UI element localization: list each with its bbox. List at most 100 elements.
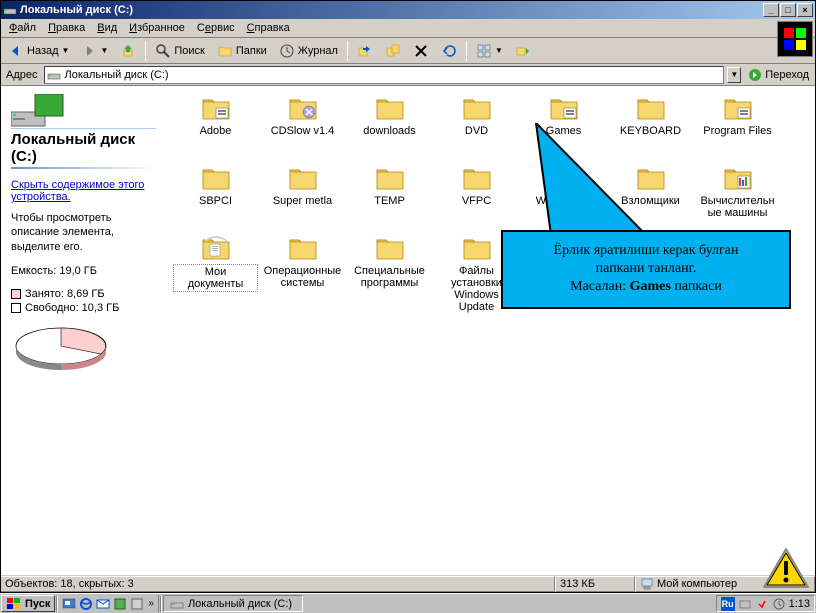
ql-oe-icon[interactable]: [95, 596, 111, 612]
address-input[interactable]: Локальный диск (C:): [44, 66, 725, 84]
folder-item-windows[interactable]: WINDOWS: [520, 162, 607, 232]
file-area[interactable]: Adobe CDSlow v1.4 downloads DVD Games KEYBOAR…: [166, 86, 815, 574]
undo-button[interactable]: [436, 40, 462, 62]
folder-icon: [287, 164, 319, 192]
folder-icon: [548, 164, 580, 192]
folder-label: Super metla: [271, 194, 334, 208]
status-size: 313 КБ: [555, 576, 635, 592]
tray-icon-3[interactable]: [772, 597, 786, 611]
panel-title: Локальный диск (C:): [11, 131, 156, 167]
menu-view[interactable]: Вид: [91, 20, 123, 36]
forward-button[interactable]: ▼: [76, 40, 113, 62]
taskbar: Пуск » Локальный диск (C:) Ru 1:13: [0, 593, 816, 613]
menu-file[interactable]: Файл: [3, 20, 42, 36]
lang-indicator[interactable]: Ru: [721, 597, 735, 611]
ql-desktop-icon[interactable]: [61, 596, 77, 612]
folder-item-cdslow-v1.4[interactable]: CDSlow v1.4: [259, 92, 346, 162]
tray-icon-2[interactable]: [755, 597, 769, 611]
ql-more[interactable]: »: [146, 598, 156, 609]
menu-edit[interactable]: Правка: [42, 20, 91, 36]
minimize-button[interactable]: _: [763, 3, 779, 17]
folder-icon: [200, 164, 232, 192]
folder-item-мои-документы[interactable]: Мои документы: [172, 232, 259, 302]
folder-item-keyboard[interactable]: KEYBOARD: [607, 92, 694, 162]
folder-item-adobe[interactable]: Adobe: [172, 92, 259, 162]
address-dropdown[interactable]: ▼: [727, 67, 741, 83]
hide-contents-link[interactable]: Скрыть содержимое этого устройства.: [11, 179, 156, 203]
address-label: Адрес: [3, 69, 41, 81]
up-icon: [120, 43, 136, 59]
folder-icon: [635, 94, 667, 122]
capacity-text: Емкость: 19,0 ГБ: [11, 264, 156, 278]
folder-icon: [287, 94, 319, 122]
callout-box: Ёрлик яратилиши керак булган папкани тан…: [501, 230, 791, 309]
delete-button[interactable]: [408, 40, 434, 62]
throbber: [777, 21, 813, 57]
folder-item-взломщики[interactable]: Взломщики: [607, 162, 694, 232]
folder-icon: [374, 94, 406, 122]
folder-item-games[interactable]: Games: [520, 92, 607, 162]
copy-button[interactable]: [380, 40, 406, 62]
folder-icon: [200, 234, 232, 262]
folder-label: DVD: [463, 124, 490, 138]
folder-icon: [461, 94, 493, 122]
folder-item-program-files[interactable]: Program Files: [694, 92, 781, 162]
folder-item-super-metla[interactable]: Super metla: [259, 162, 346, 232]
folder-item-специальные-программы[interactable]: Специальные программы: [346, 232, 433, 302]
folder-icon: [461, 234, 493, 262]
history-button[interactable]: Журнал: [274, 40, 343, 62]
folder-item-вычислительные-машины[interactable]: Вычислительные машины: [694, 162, 781, 232]
folder-icon: [374, 164, 406, 192]
folder-label: Adobe: [198, 124, 234, 138]
status-objects: Объектов: 18, скрытых: 3: [1, 576, 555, 592]
menu-tools[interactable]: Сервис: [191, 20, 241, 36]
ql-ie-icon[interactable]: [78, 596, 94, 612]
folder-item-sbpci[interactable]: SBPCI: [172, 162, 259, 232]
folder-icon: [635, 164, 667, 192]
content-area: Локальный диск (C:) Скрыть содержимое эт…: [1, 86, 815, 574]
folder-item-temp[interactable]: TEMP: [346, 162, 433, 232]
menubar: Файл Правка Вид Избранное Сервис Справка: [1, 19, 815, 38]
maximize-button[interactable]: □: [780, 3, 796, 17]
folder-label: WINDOWS: [534, 194, 594, 208]
undo-icon: [441, 43, 457, 59]
views-button[interactable]: ▼: [471, 40, 508, 62]
folder-item-downloads[interactable]: downloads: [346, 92, 433, 162]
folder-label: downloads: [361, 124, 418, 138]
go-arrow-icon: [748, 68, 762, 82]
views-icon: [476, 43, 492, 59]
folder-icon: [200, 94, 232, 122]
ql-app2-icon[interactable]: [129, 596, 145, 612]
clock[interactable]: 1:13: [789, 598, 810, 610]
menu-help[interactable]: Справка: [241, 20, 296, 36]
search-button[interactable]: Поиск: [150, 40, 209, 62]
move-button[interactable]: [352, 40, 378, 62]
folder-label: Взломщики: [619, 194, 682, 208]
go-button-tb[interactable]: [510, 40, 536, 62]
folder-item-операционные-системы[interactable]: Операционные системы: [259, 232, 346, 302]
copy-icon: [385, 43, 401, 59]
side-panel: Локальный диск (C:) Скрыть содержимое эт…: [1, 86, 166, 574]
folder-item-vfpc[interactable]: VFPC: [433, 162, 520, 232]
computer-icon: [640, 577, 654, 591]
folder-icon: [461, 164, 493, 192]
folder-item-dvd[interactable]: DVD: [433, 92, 520, 162]
folder-label: TEMP: [372, 194, 407, 208]
tray-icon-1[interactable]: [738, 597, 752, 611]
close-button[interactable]: ×: [797, 3, 813, 17]
folder-label: KEYBOARD: [618, 124, 683, 138]
back-button[interactable]: Назад ▼: [3, 40, 74, 62]
folder-label: VFPC: [460, 194, 493, 208]
menu-favorites[interactable]: Избранное: [123, 20, 191, 36]
up-button[interactable]: [115, 40, 141, 62]
folders-button[interactable]: Папки: [212, 40, 272, 62]
folder-label: Операционные системы: [260, 264, 345, 290]
start-button[interactable]: Пуск: [1, 595, 55, 612]
history-icon: [279, 43, 295, 59]
forward-icon: [81, 43, 97, 59]
task-button-1[interactable]: Локальный диск (C:): [163, 595, 303, 612]
titlebar[interactable]: Локальный диск (C:) _ □ ×: [1, 1, 815, 19]
go-button[interactable]: Переход: [744, 68, 813, 82]
ql-app1-icon[interactable]: [112, 596, 128, 612]
statusbar: Объектов: 18, скрытых: 3 313 КБ Мой комп…: [1, 574, 815, 592]
